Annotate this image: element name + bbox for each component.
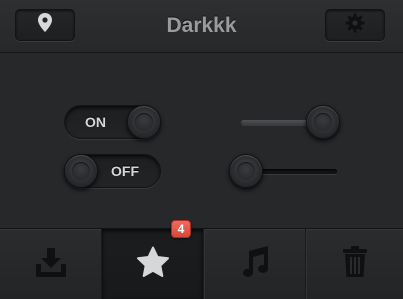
controls-panel [0, 53, 403, 228]
tab-trash[interactable] [306, 229, 403, 299]
star-icon [136, 246, 170, 283]
toggle-switch-off[interactable]: OFF [64, 154, 161, 188]
toggle-on-knob[interactable] [127, 105, 161, 139]
slider-thumb-1[interactable] [306, 105, 340, 139]
toggle-off-knob[interactable] [64, 154, 98, 188]
download-icon [34, 246, 68, 283]
trash-icon [342, 245, 368, 283]
notification-badge: 4 [171, 220, 191, 238]
settings-button[interactable] [325, 9, 385, 41]
music-note-icon [240, 245, 270, 284]
gear-icon [345, 13, 365, 38]
tab-downloads[interactable] [0, 229, 101, 299]
tab-music[interactable] [204, 229, 305, 299]
toggle-on-label: ON [85, 114, 106, 130]
toggle-switch-on[interactable]: ON [64, 105, 161, 139]
location-pin-icon [38, 13, 52, 37]
tab-favorites[interactable] [102, 229, 203, 299]
toggle-off-label: OFF [111, 163, 139, 179]
tab-bar [0, 228, 403, 299]
slider-thumb-2[interactable] [229, 154, 263, 188]
location-button[interactable] [15, 9, 75, 41]
